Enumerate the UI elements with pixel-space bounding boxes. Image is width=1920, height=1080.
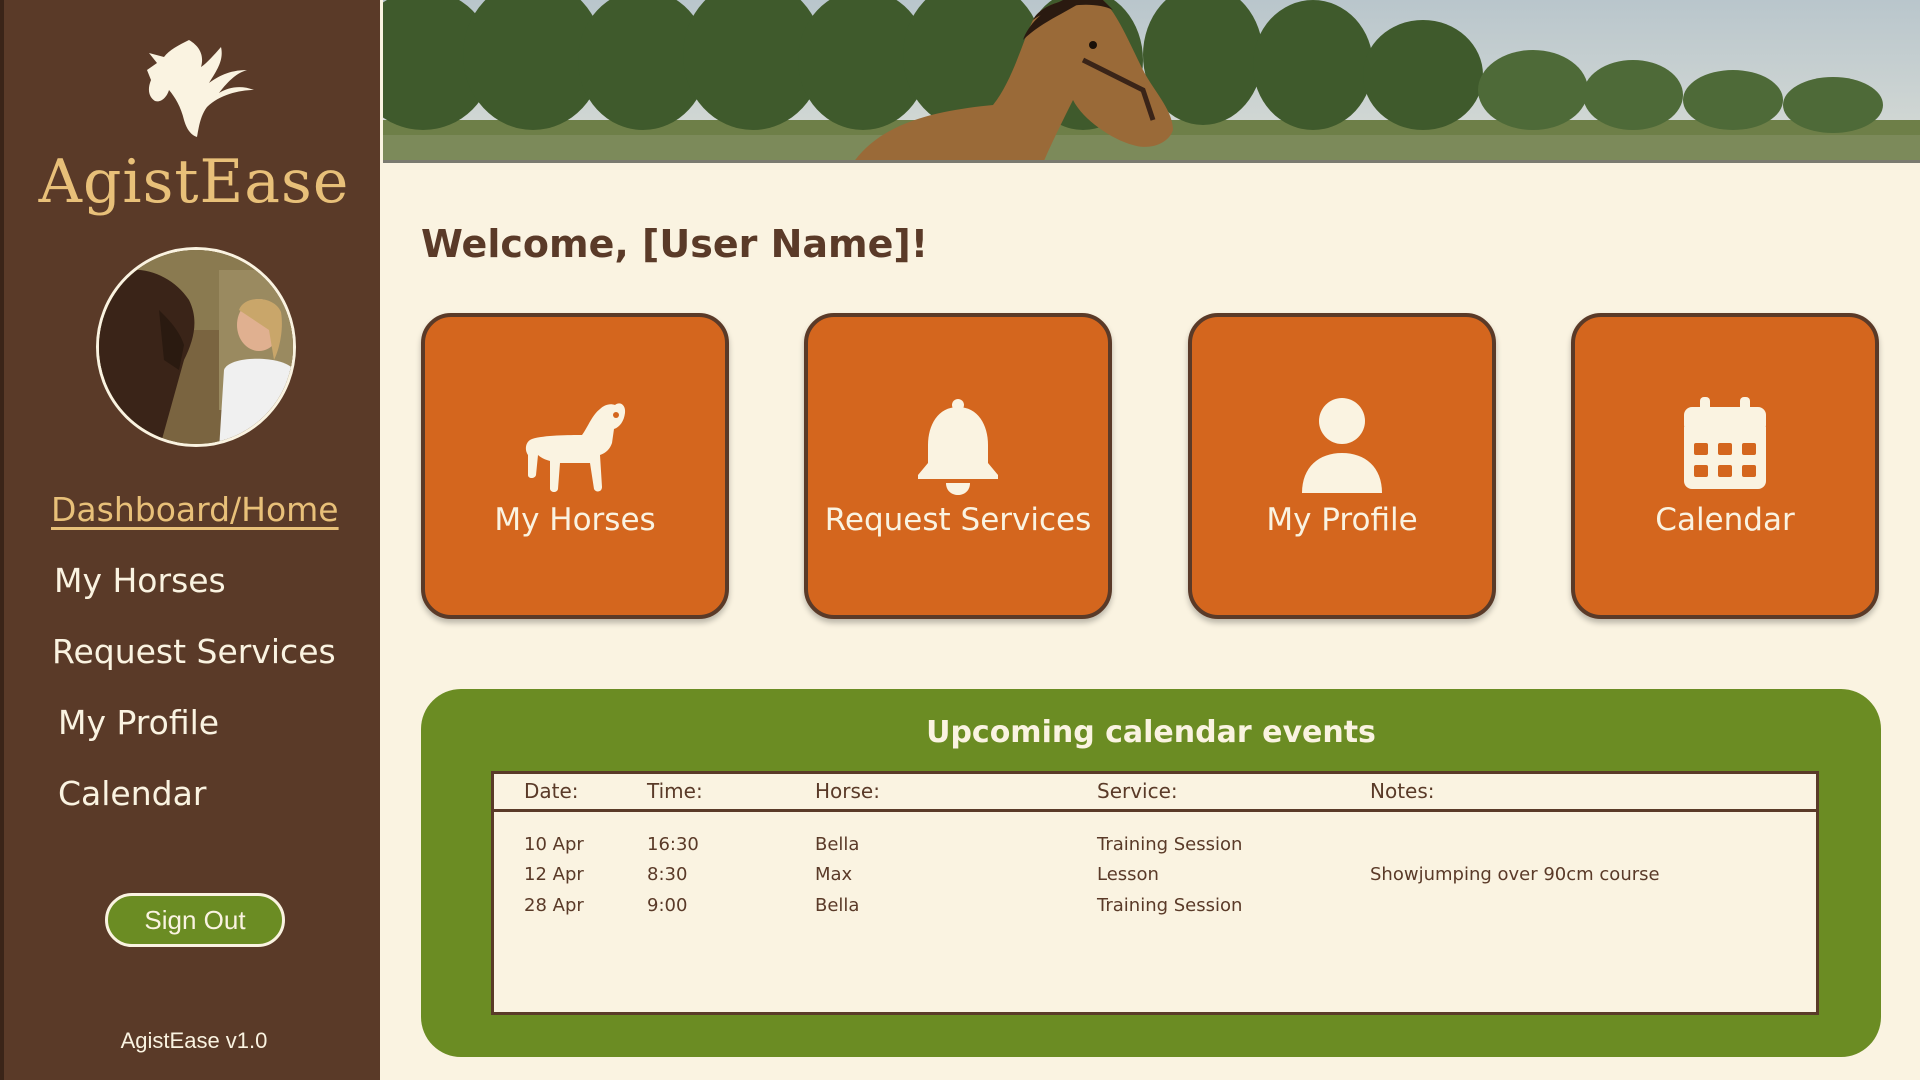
cell-notes bbox=[1340, 810, 1816, 859]
avatar[interactable] bbox=[96, 247, 296, 447]
cell-date: 28 Apr bbox=[524, 895, 584, 916]
horse-head-logo-icon bbox=[147, 40, 254, 137]
table-header-row: Date: Time: Horse: Service: Notes: bbox=[494, 774, 1816, 812]
cell-horse: Bella bbox=[815, 833, 860, 855]
tile-my-profile[interactable]: My Profile bbox=[1188, 313, 1496, 619]
cell-horse: Bella bbox=[815, 895, 860, 916]
cell-time: 9:00 bbox=[647, 895, 688, 916]
tile-label: Request Services bbox=[824, 502, 1092, 538]
welcome-heading: Welcome, [User Name]! bbox=[421, 222, 929, 266]
calendar-icon bbox=[1575, 397, 1875, 497]
column-header-time: Time: bbox=[617, 774, 785, 812]
cell-horse: Max bbox=[815, 864, 853, 885]
nav-item-my-horses[interactable]: My Horses bbox=[4, 553, 384, 624]
cell-time: 16:30 bbox=[647, 833, 699, 855]
horse-icon bbox=[425, 397, 725, 497]
tile-label: My Profile bbox=[1266, 502, 1418, 538]
table-row[interactable]: 12 Apr 8:30 Max Lesson Showjumping over … bbox=[494, 859, 1816, 890]
column-header-horse: Horse: bbox=[785, 774, 1067, 812]
table-row[interactable]: 28 Apr 9:00 Bella Training Session bbox=[494, 890, 1816, 921]
cell-service: Training Session bbox=[1097, 833, 1243, 855]
column-header-notes: Notes: bbox=[1340, 774, 1816, 812]
brand-name: AgistEase bbox=[38, 147, 350, 217]
nav-item-my-profile[interactable]: My Profile bbox=[4, 695, 384, 766]
header-banner-image bbox=[383, 0, 1920, 163]
sign-out-button[interactable]: Sign Out bbox=[105, 893, 285, 947]
user-icon bbox=[1192, 397, 1492, 497]
cell-service: Lesson bbox=[1097, 864, 1159, 885]
tile-request-services[interactable]: Request Services bbox=[804, 313, 1112, 619]
cell-notes bbox=[1340, 890, 1816, 921]
events-table-container: Date: Time: Horse: Service: Notes: 10 Ap… bbox=[491, 771, 1819, 1015]
nav-item-dashboard[interactable]: Dashboard/Home bbox=[4, 482, 384, 553]
cell-time: 8:30 bbox=[647, 864, 688, 885]
tile-calendar[interactable]: Calendar bbox=[1571, 313, 1879, 619]
cell-notes: Showjumping over 90cm course bbox=[1370, 864, 1660, 885]
sidebar: AgistEase Dashboard/Home My Horses Reque… bbox=[0, 0, 380, 1080]
events-table: Date: Time: Horse: Service: Notes: 10 Ap… bbox=[494, 774, 1816, 921]
cell-date: 10 Apr bbox=[524, 833, 584, 855]
bell-icon bbox=[808, 397, 1108, 497]
tile-my-horses[interactable]: My Horses bbox=[421, 313, 729, 619]
version-label: AgistEase v1.0 bbox=[120, 1028, 268, 1053]
events-title: Upcoming calendar events bbox=[926, 715, 1376, 750]
cell-service: Training Session bbox=[1097, 895, 1243, 916]
brand-logo[interactable]: AgistEase bbox=[4, 35, 384, 217]
cell-date: 12 Apr bbox=[524, 864, 584, 885]
tile-label: Calendar bbox=[1655, 502, 1795, 538]
table-row[interactable]: 10 Apr 16:30 Bella Training Session bbox=[494, 810, 1816, 859]
upcoming-events-panel: Upcoming calendar events Date: Time: Hor… bbox=[421, 689, 1881, 1057]
nav-item-calendar[interactable]: Calendar bbox=[4, 766, 384, 837]
column-header-service: Service: bbox=[1067, 774, 1340, 812]
tile-label: My Horses bbox=[494, 502, 656, 538]
nav-item-request-services[interactable]: Request Services bbox=[4, 624, 384, 695]
column-header-date: Date: bbox=[494, 774, 617, 812]
sidebar-nav: Dashboard/Home My Horses Request Service… bbox=[4, 482, 384, 837]
avatar-photo bbox=[99, 250, 293, 444]
